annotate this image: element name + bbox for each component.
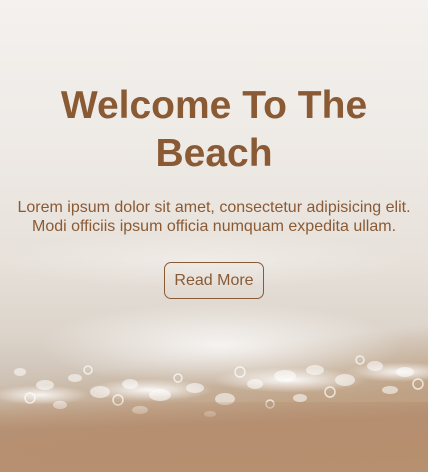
- hero-description: Lorem ipsum dolor sit amet, consectetur …: [17, 199, 411, 235]
- page-title: Welcome To The Beach: [60, 84, 368, 175]
- sand-area: [0, 402, 428, 472]
- hero-content: Welcome To The Beach Lorem ipsum dolor s…: [0, 82, 428, 299]
- hero-section: Welcome To The Beach Lorem ipsum dolor s…: [0, 0, 428, 472]
- scrollbar-track[interactable]: [428, 0, 434, 472]
- read-more-button[interactable]: Read More: [164, 262, 264, 299]
